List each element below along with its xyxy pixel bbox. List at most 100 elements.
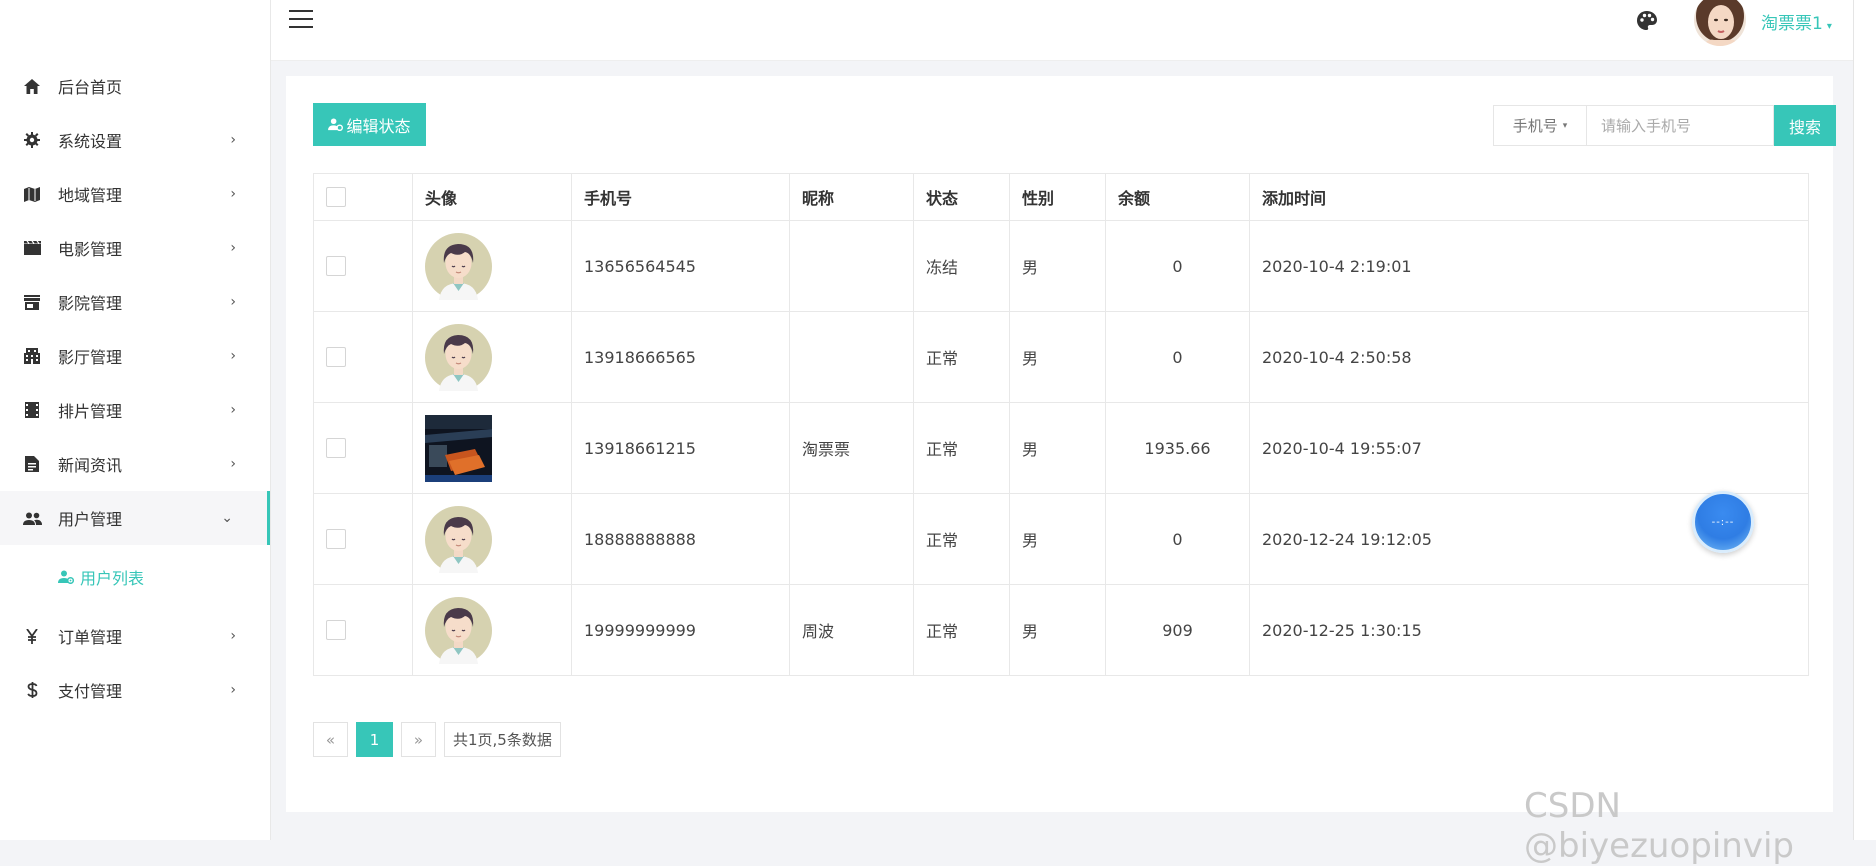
table-row: 13656564545 冻结男 0 2020-10-4 2:19:01 — [313, 220, 1809, 312]
row-select-cell — [313, 220, 413, 312]
nickname-cell — [789, 311, 914, 403]
gender-cell: 男 — [1009, 402, 1106, 494]
chevron-right-icon: › — [230, 132, 236, 148]
gear-icon — [22, 130, 42, 150]
chevron-right-icon: › — [230, 186, 236, 202]
balance-cell: 0 — [1105, 311, 1250, 403]
floating-assistant-button[interactable]: --:-- — [1692, 491, 1754, 553]
floating-assistant-label: --:-- — [1711, 516, 1735, 528]
status-cell: 正常 — [913, 402, 1010, 494]
default-avatar-icon — [425, 596, 492, 664]
avatar-cell — [412, 220, 572, 312]
home-icon — [22, 76, 42, 96]
menu-toggle-icon[interactable] — [289, 10, 313, 30]
right-edge-panel — [1853, 0, 1876, 840]
added-time-cell: 2020-10-4 2:19:01 — [1249, 220, 1809, 312]
default-avatar-icon — [425, 505, 492, 573]
sidebar-item-label: 新闻资讯 — [58, 456, 123, 475]
row-select-cell — [313, 402, 413, 494]
sidebar-item-label: 排片管理 — [58, 402, 123, 421]
sidebar-item-dashboard[interactable]: 后台首页 — [0, 59, 270, 113]
sidebar-item-region[interactable]: 地域管理 › — [0, 167, 270, 221]
sidebar-item-movies[interactable]: 电影管理 › — [0, 221, 270, 275]
film-strip-icon — [22, 400, 42, 420]
status-cell: 正常 — [913, 493, 1010, 585]
search-input[interactable] — [1587, 105, 1774, 146]
default-avatar-icon — [425, 323, 492, 391]
table-header-row: 头像 手机号 昵称 状态 性别 余额 添加时间 — [313, 173, 1809, 221]
row-checkbox[interactable] — [326, 347, 346, 368]
column-header: 余额 — [1105, 173, 1250, 221]
sidebar-item-label: 电影管理 — [58, 240, 123, 259]
balance-cell: 909 — [1105, 584, 1250, 676]
sidebar-item-users[interactable]: 用户管理 ⌄ — [0, 491, 270, 545]
row-checkbox[interactable] — [326, 529, 346, 550]
table-row: 18888888888 正常男 0 2020-12-24 19:12:05 — [313, 493, 1809, 585]
sidebar-item-orders[interactable]: 订单管理 › — [0, 609, 270, 663]
sidebar-item-label: 地域管理 — [58, 186, 123, 205]
row-select-cell — [313, 311, 413, 403]
search-field-label: 手机号 — [1512, 117, 1558, 135]
nickname-cell — [789, 493, 914, 585]
sidebar-subitem-user-list[interactable]: 用户列表 — [0, 545, 270, 609]
table-body: 13656564545 冻结男 0 2020-10-4 2:19:01 13918666… — [313, 220, 1809, 676]
added-time-cell: 2020-10-4 19:55:07 — [1249, 402, 1809, 494]
balance-cell: 0 — [1105, 493, 1250, 585]
chevron-right-icon: › — [230, 456, 236, 472]
table-row: 13918666565 正常男 0 2020-10-4 2:50:58 — [313, 311, 1809, 403]
column-header: 性别 — [1009, 173, 1106, 221]
user-avatar[interactable] — [1694, 0, 1746, 46]
map-icon — [22, 184, 42, 204]
sidebar-item-cinemas[interactable]: 影院管理 › — [0, 275, 270, 329]
nickname-cell: 周波 — [789, 584, 914, 676]
chevron-right-icon: › — [230, 348, 236, 364]
sidebar-item-label: 系统设置 — [58, 132, 123, 151]
building-icon — [22, 346, 42, 366]
sidebar-menu: 后台首页 系统设置 › 地域管理 › 电影管理 › 影院管理 › 影厅管理 › … — [0, 59, 270, 717]
sidebar-item-halls[interactable]: 影厅管理 › — [0, 329, 270, 383]
store-icon — [22, 292, 42, 312]
column-header: 状态 — [913, 173, 1010, 221]
avatar-cell — [412, 493, 572, 585]
user-settings-icon — [328, 118, 344, 131]
sidebar-item-label: 订单管理 — [58, 628, 123, 647]
theme-palette-icon[interactable] — [1636, 10, 1658, 32]
dollar-icon — [22, 680, 42, 700]
sidebar-item-news[interactable]: 新闻资讯 › — [0, 437, 270, 491]
sidebar-item-label: 影厅管理 — [58, 348, 123, 367]
phone-cell: 13918661215 — [571, 402, 790, 494]
search-bar: 手机号 ▾ 搜索 — [1493, 105, 1836, 146]
sidebar-item-system-settings[interactable]: 系统设置 › — [0, 113, 270, 167]
next-page-button[interactable]: » — [401, 722, 436, 757]
row-checkbox[interactable] — [326, 438, 346, 459]
chevron-right-icon: › — [230, 402, 236, 418]
default-avatar-icon — [425, 232, 492, 300]
phone-cell: 13656564545 — [571, 220, 790, 312]
sidebar-item-schedules[interactable]: 排片管理 › — [0, 383, 270, 437]
search-field-select[interactable]: 手机号 ▾ — [1493, 105, 1587, 146]
sidebar: 后台首页 系统设置 › 地域管理 › 电影管理 › 影院管理 › 影厅管理 › … — [0, 0, 271, 840]
avatar-cell — [412, 584, 572, 676]
users-icon — [22, 508, 42, 528]
search-button[interactable]: 搜索 — [1774, 105, 1836, 146]
select-all-checkbox[interactable] — [326, 187, 346, 208]
row-checkbox[interactable] — [326, 256, 346, 277]
sidebar-item-payments[interactable]: 支付管理 › — [0, 663, 270, 717]
sidebar-item-label: 用户管理 — [58, 510, 123, 529]
gender-cell: 男 — [1009, 493, 1106, 585]
pagination: « 1 » 共1页,5条数据 — [313, 722, 569, 757]
page-1-button[interactable]: 1 — [356, 722, 393, 757]
status-cell: 冻结 — [913, 220, 1010, 312]
top-header: 淘票票1 ▾ — [271, 0, 1876, 61]
edit-status-button[interactable]: 编辑状态 — [313, 103, 426, 146]
column-header: 头像 — [412, 173, 572, 221]
prev-page-button[interactable]: « — [313, 722, 348, 757]
status-cell: 正常 — [913, 311, 1010, 403]
row-checkbox[interactable] — [326, 620, 346, 641]
nickname-cell — [789, 220, 914, 312]
user-menu[interactable]: 淘票票1 ▾ — [1761, 9, 1832, 34]
yen-icon — [22, 626, 42, 646]
chevron-right-icon: › — [230, 294, 236, 310]
sidebar-item-label: 影院管理 — [58, 294, 123, 313]
column-header: 手机号 — [571, 173, 790, 221]
